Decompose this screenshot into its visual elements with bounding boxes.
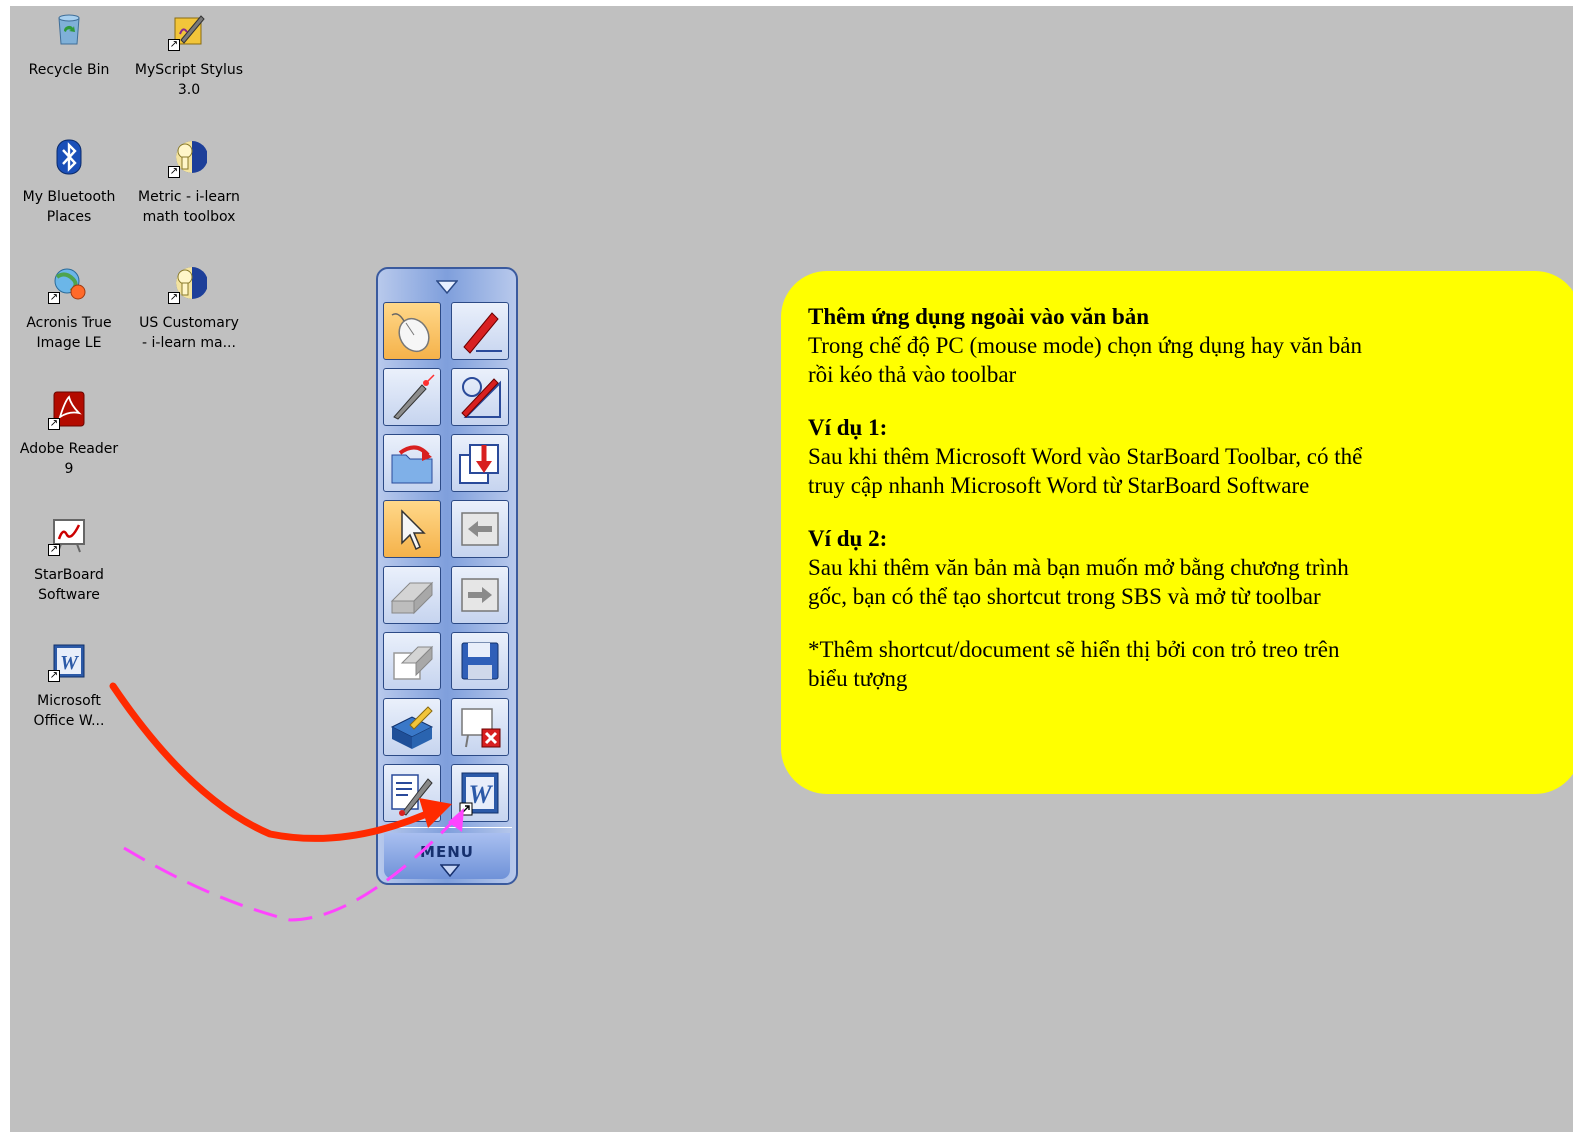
callout-note-line: *Thêm shortcut/document sẽ hiển thị bởi … xyxy=(808,637,1340,662)
shortcut-overlay-icon: ↗ xyxy=(168,292,180,304)
toolbar-button-mouse[interactable] xyxy=(383,302,441,360)
desktop-icon-label: Metric - i-learn math toolbox xyxy=(138,189,240,225)
desktop-icon-us-customary-ilearn[interactable]: ↗ US Customary - i-learn ma... xyxy=(130,265,248,353)
toolbar-button-shapes[interactable] xyxy=(451,368,509,426)
starboard-software-icon: ↗ xyxy=(48,517,87,556)
previous-page-icon xyxy=(461,512,499,546)
eraser-icon xyxy=(390,581,434,615)
shortcut-overlay-icon: ↗ xyxy=(168,39,180,51)
import-icon xyxy=(459,444,499,484)
callout-example1-line: truy cập nhanh Microsoft Word từ StarBoa… xyxy=(808,473,1310,498)
instruction-callout-text: Thêm ứng dụng ngoài vào văn bản Trong ch… xyxy=(808,302,1548,717)
shortcut-overlay-icon: ↗ xyxy=(168,166,180,178)
shapes-icon xyxy=(461,377,501,418)
toolbar-button-select[interactable] xyxy=(383,500,441,558)
svg-text:W: W xyxy=(60,652,79,674)
shortcut-overlay-icon: ↗ xyxy=(48,544,60,556)
shortcut-overlay-icon: ↗ xyxy=(48,670,60,682)
callout-note-line: biểu tượng xyxy=(808,666,908,691)
shortcut-overlay-icon: ↗ xyxy=(48,292,60,304)
toolbar-button-next-page[interactable] xyxy=(451,566,509,624)
callout-example2-line: gốc, bạn có thể tạo shortcut trong SBS v… xyxy=(808,584,1321,609)
mouse-icon xyxy=(391,313,430,353)
word-shortcut-icon: W xyxy=(459,772,499,816)
toolbar-button-close-board[interactable] xyxy=(451,698,509,756)
callout-example1-title: Ví dụ 1: xyxy=(808,415,888,440)
callout-title: Thêm ứng dụng ngoài vào văn bản xyxy=(808,304,1150,329)
save-icon xyxy=(461,642,499,680)
desktop-icon-label: Acronis True Image LE xyxy=(26,315,112,351)
clear-icon xyxy=(393,645,434,680)
desktop-icon-acronis[interactable]: ↗ Acronis True Image LE xyxy=(10,265,128,353)
desktop-icon-my-bluetooth-places[interactable]: My Bluetooth Places xyxy=(10,139,128,227)
close-board-icon xyxy=(461,708,501,748)
desktop-icon-metric-ilearn[interactable]: ↗ Metric - i-learn math toolbox xyxy=(130,139,248,227)
callout-example2-title: Ví dụ 2: xyxy=(808,526,888,551)
menu-chevron-down-icon xyxy=(440,864,460,877)
laser-pointer-icon xyxy=(393,374,435,420)
desktop-icon-label: Adobe Reader 9 xyxy=(19,441,119,477)
toolbar-divider xyxy=(382,827,512,828)
toolbar-button-eraser[interactable] xyxy=(383,566,441,624)
desktop-icon-microsoft-office-word[interactable]: W ↗ Microsoft Office W... xyxy=(10,643,128,731)
toolbar-button-laser-pointer[interactable] xyxy=(383,368,441,426)
desktop-icon-label: My Bluetooth Places xyxy=(22,189,116,225)
next-page-icon xyxy=(461,578,499,612)
tools-icon xyxy=(390,706,434,749)
acronis-icon: ↗ xyxy=(48,265,87,304)
toolbar-button-clear[interactable] xyxy=(383,632,441,690)
shortcut-overlay-icon: ↗ xyxy=(48,418,60,430)
select-arrow-icon xyxy=(401,509,426,551)
toolbar-button-save[interactable] xyxy=(451,632,509,690)
desktop-icon-adobe-reader[interactable]: ↗ Adobe Reader 9 xyxy=(10,391,128,479)
desktop-icon-label: MyScript Stylus 3.0 xyxy=(134,62,244,98)
callout-intro-line: rồi kéo thả vào toolbar xyxy=(808,362,1017,387)
toolbar-button-edit-toolbar[interactable] xyxy=(383,764,441,822)
open-file-icon xyxy=(391,445,433,484)
menu-label: MENU xyxy=(420,843,474,861)
word-icon: W ↗ xyxy=(48,643,87,682)
desktop-icon-label: StarBoard Software xyxy=(34,567,104,603)
toolbar-button-pen[interactable] xyxy=(451,302,509,360)
toolbar-button-word-shortcut[interactable]: W xyxy=(451,764,509,822)
pen-icon xyxy=(463,312,502,354)
toolbar-button-previous-page[interactable] xyxy=(451,500,509,558)
toolbar-button-open-file[interactable] xyxy=(383,434,441,492)
callout-example1-line: Sau khi thêm Microsoft Word vào StarBoar… xyxy=(808,444,1363,469)
starboard-toolbar: W MENU xyxy=(376,267,518,885)
edit-toolbar-icon xyxy=(391,774,433,816)
callout-example2-line: Sau khi thêm văn bản mà bạn muốn mở bằng… xyxy=(808,555,1349,580)
collapse-arrow-icon[interactable] xyxy=(436,279,458,295)
recycle-bin-icon xyxy=(51,12,87,48)
myscript-stylus-icon: ↗ xyxy=(168,12,207,51)
desktop-icon-recycle-bin[interactable]: Recycle Bin xyxy=(10,12,128,80)
desktop-icon-myscript-stylus[interactable]: ↗ MyScript Stylus 3.0 xyxy=(130,12,248,100)
ilearn-toolbox-icon: ↗ xyxy=(168,265,208,304)
toolbar-button-import[interactable] xyxy=(451,434,509,492)
desktop-icon-label: Recycle Bin xyxy=(28,62,110,78)
callout-intro-line: Trong chế độ PC (mouse mode) chọn ứng dụ… xyxy=(808,333,1362,358)
ilearn-toolbox-icon: ↗ xyxy=(168,139,208,178)
toolbar-menu-button[interactable]: MENU xyxy=(384,833,510,879)
bluetooth-icon xyxy=(51,139,87,175)
desktop-icon-starboard-software[interactable]: ↗ StarBoard Software xyxy=(10,517,128,605)
desktop-icon-label: Microsoft Office W... xyxy=(33,693,105,729)
desktop-icon-label: US Customary - i-learn ma... xyxy=(139,315,239,351)
adobe-reader-icon: ↗ xyxy=(48,391,87,430)
toolbar-button-tools[interactable] xyxy=(383,698,441,756)
